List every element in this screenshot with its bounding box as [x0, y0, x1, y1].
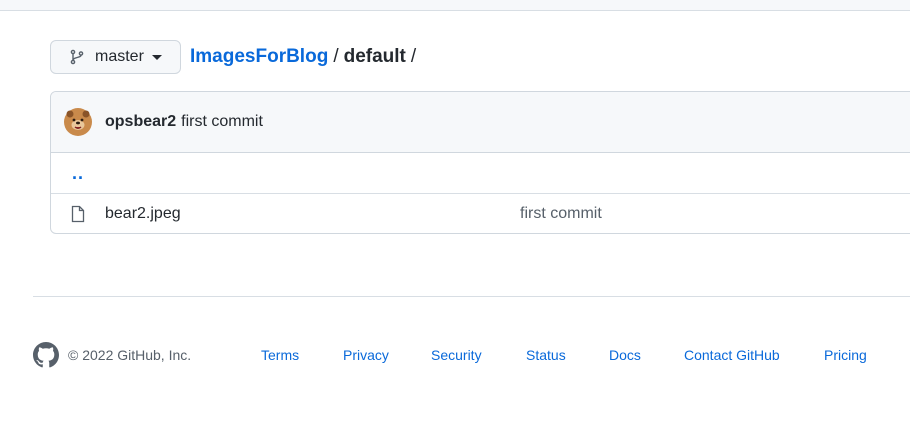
footer-link-pricing[interactable]: Pricing	[824, 347, 867, 363]
footer-link-security[interactable]: Security	[431, 347, 482, 363]
breadcrumb-separator: /	[410, 46, 417, 67]
top-header-strip	[0, 0, 910, 11]
parent-directory-link[interactable]: ..	[72, 163, 84, 184]
breadcrumb-current-dir: default	[343, 46, 406, 67]
repo-nav-row: master ImagesForBlog / default /	[50, 40, 421, 74]
footer-link-docs[interactable]: Docs	[609, 347, 641, 363]
file-commit-link[interactable]: first commit	[520, 205, 602, 223]
commit-author-link[interactable]: opsbear2	[105, 113, 176, 131]
footer-link-status[interactable]: Status	[526, 347, 566, 363]
file-browser: opsbear2 first commit .. bear2.jpeg firs…	[50, 91, 910, 234]
latest-commit-bar: opsbear2 first commit	[51, 92, 910, 153]
branch-name: master	[95, 48, 144, 65]
github-mark-icon[interactable]	[33, 342, 59, 368]
footer-divider	[33, 296, 910, 297]
footer: © 2022 GitHub, Inc. Terms Privacy Securi…	[33, 341, 910, 369]
footer-link-privacy[interactable]: Privacy	[343, 347, 389, 363]
git-branch-icon	[69, 49, 85, 65]
breadcrumb-separator: /	[333, 46, 339, 67]
chevron-down-icon	[151, 54, 162, 60]
table-row[interactable]: bear2.jpeg first commit	[51, 194, 910, 233]
avatar[interactable]	[64, 108, 92, 136]
file-icon	[70, 205, 86, 223]
footer-link-contact[interactable]: Contact GitHub	[684, 347, 780, 363]
branch-select-button[interactable]: master	[50, 40, 181, 74]
breadcrumb: ImagesForBlog / default /	[190, 46, 421, 68]
footer-copyright: © 2022 GitHub, Inc.	[68, 347, 192, 363]
file-name-link[interactable]: bear2.jpeg	[105, 205, 520, 223]
commit-message-link[interactable]: first commit	[181, 113, 263, 131]
breadcrumb-repo-link[interactable]: ImagesForBlog	[190, 46, 328, 68]
footer-link-terms[interactable]: Terms	[261, 347, 299, 363]
parent-directory-row[interactable]: ..	[51, 153, 910, 194]
